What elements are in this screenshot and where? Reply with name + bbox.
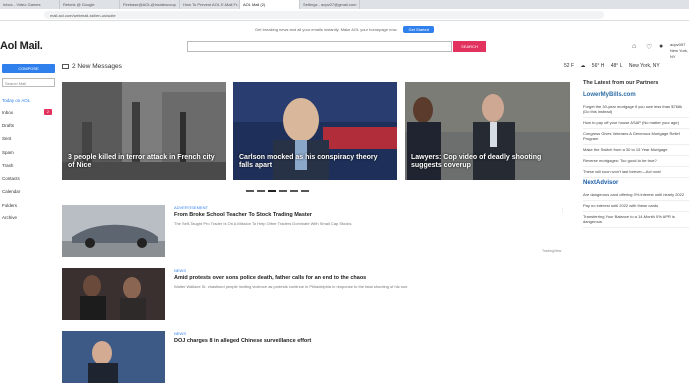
partner-link[interactable]: Congress Gives Veterans A Generous Mortg…: [583, 129, 689, 145]
protest-photo: [62, 268, 165, 320]
home-icon[interactable]: ⌂: [632, 43, 636, 50]
partners-panel: The Latest from our Partners LowerMyBill…: [583, 80, 689, 355]
sidebar-item-spam[interactable]: Spam: [2, 148, 55, 157]
more-options-icon[interactable]: ⋮: [560, 208, 565, 214]
search-mail-input[interactable]: Search Mail: [2, 78, 55, 87]
story-label: NEWS: [174, 268, 186, 273]
doj-photo: [62, 331, 165, 383]
hero-caption: Lawyers: Cop video of deadly shooting su…: [411, 154, 542, 169]
car-photo: [62, 205, 165, 257]
partners-heading: The Latest from our Partners: [583, 80, 659, 86]
sidebar-item-sent[interactable]: Sent: [2, 134, 55, 143]
story-thumbnail: [62, 331, 165, 383]
browser-tab[interactable]: Inbox - Video Games: [0, 0, 60, 9]
carousel-dot[interactable]: [279, 190, 287, 192]
lowermybills-logo[interactable]: LowerMyBills.com: [583, 92, 689, 98]
carousel-dot-active[interactable]: [268, 190, 276, 192]
browser-tab-bar: Inbox - Video Games Rebels @ Google Fire…: [0, 0, 689, 9]
story-title[interactable]: Amid protests over sons police death, fa…: [174, 275, 366, 281]
sidebar-item-drafts[interactable]: Drafts: [2, 121, 55, 130]
carousel-dot[interactable]: [246, 190, 254, 192]
hero-card[interactable]: 3 people killed in terror attack in Fren…: [62, 82, 226, 180]
hero-card[interactable]: Lawyers: Cop video of deadly shooting su…: [405, 82, 570, 180]
unread-badge: 2: [44, 109, 52, 115]
envelope-icon: [62, 63, 69, 69]
weather-location: New York, NY: [628, 63, 660, 69]
carousel-dot[interactable]: [290, 190, 298, 192]
new-messages-link[interactable]: 2 New Messages: [62, 63, 122, 70]
browser-tab[interactable]: How To Prevent AOL E-Mail Fr...: [180, 0, 240, 9]
new-messages-text: 2 New Messages: [72, 63, 122, 70]
story-item[interactable]: NEWS DOJ charges 8 in alleged Chinese su…: [62, 331, 562, 383]
sidebar-item-calendar[interactable]: Calendar: [2, 187, 55, 196]
partner-link[interactable]: Pay no interest until 2022 with these ca…: [583, 201, 689, 212]
aol-mail-logo[interactable]: Aol Mail.: [0, 40, 43, 52]
temp-high: 56° H: [591, 63, 605, 69]
browser-tab[interactable]: Rebels @ Google: [60, 0, 120, 9]
partner-link[interactable]: Are dangerous card offering 0% interest …: [583, 190, 689, 201]
mail-header: Aol Mail. SEARCH ⌂ ♡ ● aopv057 New York,…: [0, 36, 689, 59]
partner-link[interactable]: Transferring Your Balance to a 14-Month …: [583, 212, 689, 228]
promo-text: Get breaking news and all your emails in…: [255, 27, 398, 32]
story-item[interactable]: NEWS Amid protests over sons police deat…: [62, 268, 562, 320]
cloud-icon: ☁: [580, 63, 586, 69]
nextadvisor-logo[interactable]: NextAdvisor: [583, 180, 689, 186]
search-button[interactable]: SEARCH: [453, 41, 486, 52]
sidebar-item-contacts[interactable]: Contacts: [2, 174, 55, 183]
partner-link[interactable]: These will soon won't last forever—Act n…: [583, 167, 689, 178]
hero-card[interactable]: Carlson mocked as his conspiracy theory …: [233, 82, 397, 180]
address-bar: mail.aol.com/webmail-std/en-us/suite: [0, 9, 689, 21]
sidebar-item-inbox[interactable]: Inbox 2: [2, 108, 55, 117]
story-description: Walter Wallace Sr. chastised people inci…: [174, 284, 409, 289]
hero-caption: Carlson mocked as his conspiracy theory …: [239, 154, 378, 169]
story-item[interactable]: ADVERTISEMENT From Broke School Teacher …: [62, 205, 562, 257]
carousel-dot[interactable]: [257, 190, 265, 192]
sidebar-item-today[interactable]: Today on AOL: [2, 96, 55, 105]
browser-tab[interactable]: Firebase@AOL@insidescoop: [120, 0, 180, 9]
story-label: ADVERTISEMENT: [174, 205, 208, 210]
sidebar-item-folders[interactable]: Folders: [2, 201, 55, 210]
partner-link[interactable]: Forget the 30-year mortgage if you owe l…: [583, 102, 689, 118]
browser-tab[interactable]: Settings - aopv07@gmail.com: [300, 0, 360, 9]
story-description: The Self-Taught Pro Trader Is On A Missi…: [174, 221, 353, 226]
temp-low: 48° L: [610, 63, 623, 69]
partner-link[interactable]: Make the Switch from a 30 to 15 Year Mor…: [583, 145, 689, 156]
story-title[interactable]: DOJ charges 8 in alleged Chinese surveil…: [174, 338, 311, 344]
search-input[interactable]: [187, 41, 452, 52]
partner-link[interactable]: How to pay off your house ASAP (No matte…: [583, 118, 689, 129]
compose-button[interactable]: COMPOSE: [2, 64, 55, 73]
story-title[interactable]: From Broke School Teacher To Stock Tradi…: [174, 212, 312, 218]
logo-text: Aol: [0, 40, 17, 52]
story-label: NEWS: [174, 331, 186, 336]
homepage-promo: Get breaking news and all your emails in…: [0, 22, 689, 36]
temp-now: 52 F: [564, 63, 575, 69]
user-location: New York, NY: [670, 48, 689, 59]
carousel-dot[interactable]: [301, 190, 309, 192]
partner-link[interactable]: Reverse mortgages: Too good to be true?: [583, 156, 689, 167]
weather-widget[interactable]: 52 F ☁ 56° H 48° L New York, NY: [564, 63, 665, 69]
sidebar: COMPOSE Search Mail Today on AOL Inbox 2…: [0, 60, 57, 355]
story-thumbnail: [62, 205, 165, 257]
hero-caption: 3 people killed in terror attack in Fren…: [68, 154, 215, 169]
sidebar-item-archive[interactable]: Archive: [2, 213, 55, 222]
get-started-button[interactable]: Get Started: [403, 26, 434, 33]
logo-suffix: Mail.: [19, 40, 43, 52]
story-thumbnail: [62, 268, 165, 320]
user-info[interactable]: aopv057 New York, NY: [670, 42, 689, 60]
avatar-icon[interactable]: ●: [659, 43, 663, 50]
sidebar-item-label: Inbox: [2, 110, 14, 115]
carousel-dots[interactable]: [246, 190, 309, 192]
browser-tab-active[interactable]: AOL Mail (2): [240, 0, 300, 9]
url-field[interactable]: mail.aol.com/webmail-std/en-us/suite: [44, 11, 604, 19]
sidebar-item-trash[interactable]: Trash: [2, 161, 55, 170]
story-source: TradingView: [542, 249, 562, 253]
heart-icon[interactable]: ♡: [646, 43, 652, 51]
